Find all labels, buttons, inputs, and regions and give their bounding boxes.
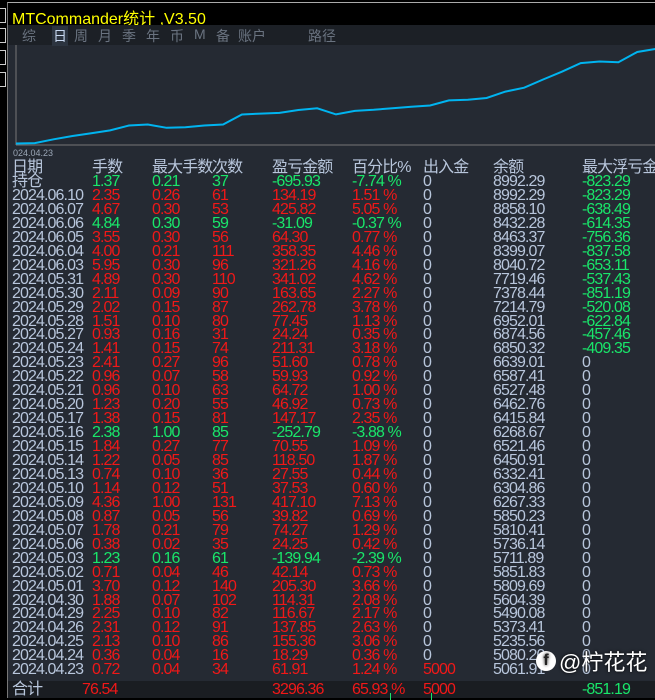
balance-line xyxy=(15,47,655,145)
menu-item-1[interactable]: 日 xyxy=(52,26,68,46)
menu-item-4[interactable]: 季 xyxy=(122,26,136,46)
cell-count: 34 xyxy=(212,661,229,679)
period-menu: 综日周月季年币 M 备账户 路径 xyxy=(8,25,655,46)
total-label: 合计 xyxy=(12,681,43,698)
total-max-float-loss: -851.19 xyxy=(582,681,631,698)
cell-date: 2024.04.23 xyxy=(12,661,84,679)
title-bar: MTCommander统计 ,V3.50 xyxy=(8,3,655,28)
side-button[interactable] xyxy=(0,28,6,43)
watermark: f @柠花花 xyxy=(536,645,647,677)
menu-item-7[interactable]: M xyxy=(194,26,206,42)
menu-item-5[interactable]: 年 xyxy=(146,26,160,46)
total-lots: 76.54 xyxy=(82,681,118,698)
menu-item-10[interactable]: 路径 xyxy=(308,26,336,46)
menu-item-2[interactable]: 周 xyxy=(74,26,88,46)
bottom-indicator xyxy=(390,693,432,700)
side-button[interactable] xyxy=(0,72,6,87)
total-row: 合计 76.54 3296.36 65.93 % 5000 -851.19 xyxy=(8,681,655,698)
balance-chart: 024.04.23 xyxy=(13,45,655,158)
stats-panel: MTCommander统计 ,V3.50 综日周月季年币 M 备账户 路径 024.0… xyxy=(7,2,655,698)
menu-item-3[interactable]: 月 xyxy=(98,26,112,46)
cell-deposit: 5000 xyxy=(423,661,456,679)
menu-item-6[interactable]: 币 xyxy=(170,26,184,46)
watermark-text: @柠花花 xyxy=(559,650,648,675)
cell-pnl: 61.91 xyxy=(272,661,308,679)
side-button[interactable] xyxy=(0,50,6,65)
watermark-logo-icon: f xyxy=(536,651,556,671)
menu-item-0[interactable]: 综 xyxy=(22,26,36,46)
cell-max-lots: 0.04 xyxy=(152,661,180,679)
cell-percent: 1.24 % xyxy=(352,661,397,679)
menu-item-8[interactable]: 备 xyxy=(216,26,230,46)
side-button[interactable] xyxy=(0,8,6,23)
total-pnl: 3296.36 xyxy=(272,681,324,698)
chart-start-date: 024.04.23 xyxy=(13,148,53,158)
cell-lots: 0.72 xyxy=(92,661,120,679)
menu-item-9[interactable]: 账户 xyxy=(238,26,266,46)
